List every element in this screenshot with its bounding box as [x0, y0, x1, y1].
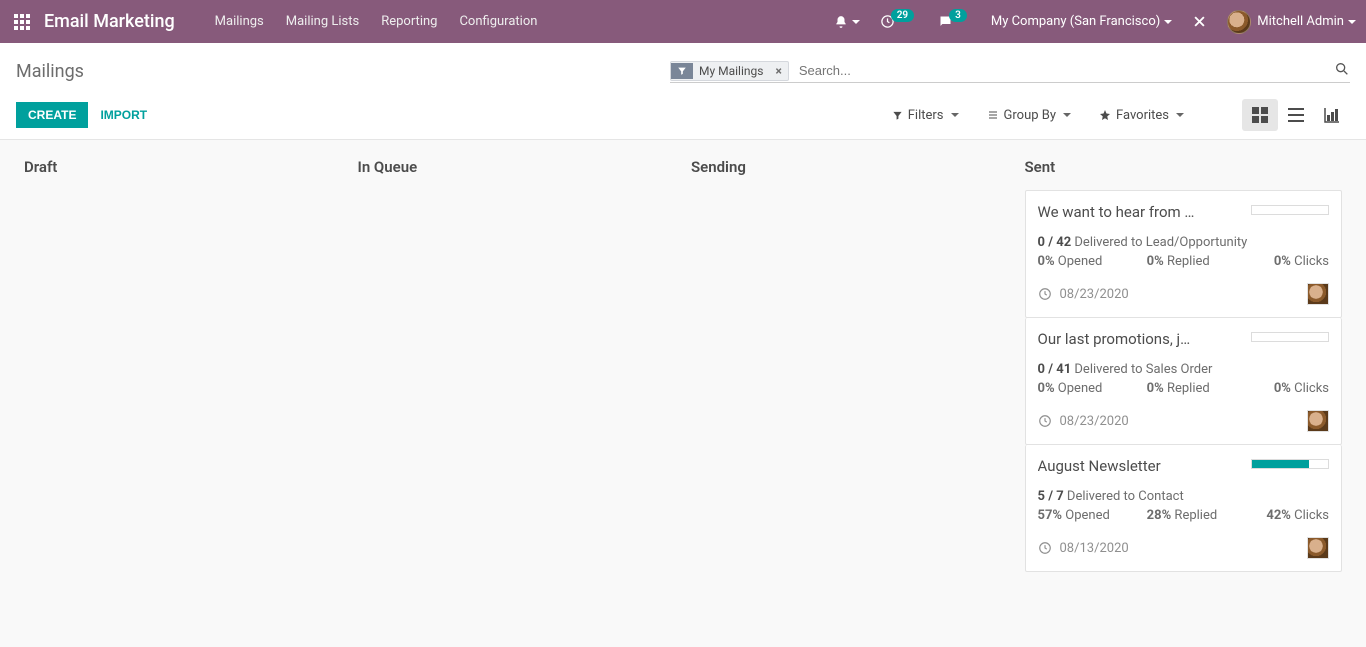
facet-label: My Mailings [693, 62, 769, 80]
list-icon [987, 109, 999, 121]
progress-bar [1251, 332, 1329, 342]
menu-reporting[interactable]: Reporting [381, 14, 437, 29]
user-name: Mitchell Admin [1257, 14, 1344, 29]
favorites-label: Favorites [1116, 108, 1169, 123]
filter-icon [671, 63, 693, 79]
column-draft: Draft [16, 152, 350, 572]
stats-row: 57% Opened 28% Replied 42% Clicks [1038, 508, 1330, 523]
facet-remove-icon[interactable]: × [769, 64, 787, 78]
activities-badge: 29 [891, 9, 914, 22]
search-bar[interactable]: My Mailings × [670, 59, 1350, 83]
owner-avatar [1307, 537, 1329, 559]
filters-dropdown[interactable]: Filters [892, 108, 959, 123]
list-view-button[interactable] [1278, 99, 1314, 131]
column-title: Draft [24, 152, 342, 190]
search-input[interactable] [795, 59, 1350, 82]
topbar: Email Marketing Mailings Mailing Lists R… [0, 0, 1366, 43]
filters-label: Filters [908, 108, 944, 123]
mailing-card[interactable]: Our last promotions, j… 0 / 41 Delivered… [1025, 318, 1343, 445]
progress-fill [1252, 460, 1309, 468]
menu-mailing-lists[interactable]: Mailing Lists [286, 14, 359, 29]
delivered-line: 5 / 7 Delivered to Contact [1038, 489, 1330, 504]
card-title: Our last promotions, j… [1038, 330, 1191, 348]
column-sent: Sent We want to hear from … 0 / 42 Deliv… [1017, 152, 1351, 572]
progress-bar [1251, 205, 1329, 215]
messages-badge: 3 [949, 9, 967, 22]
favorites-dropdown[interactable]: Favorites [1099, 108, 1184, 123]
column-title: Sending [691, 152, 1009, 190]
mailing-card[interactable]: August Newsletter 5 / 7 Delivered to Con… [1025, 445, 1343, 572]
breadcrumb: Mailings [16, 61, 84, 82]
column-title: In Queue [358, 152, 676, 190]
menu-configuration[interactable]: Configuration [459, 14, 537, 29]
control-panel: Mailings My Mailings × Create Import Fil… [0, 43, 1366, 140]
create-button[interactable]: Create [16, 102, 88, 128]
column-sending: Sending [683, 152, 1017, 572]
search-icon[interactable] [1334, 61, 1350, 81]
company-name: My Company (San Francisco) [991, 14, 1160, 29]
card-date: 08/13/2020 [1060, 541, 1129, 556]
card-date: 08/23/2020 [1060, 414, 1129, 429]
funnel-icon [892, 110, 903, 121]
mailing-card[interactable]: We want to hear from … 0 / 42 Delivered … [1025, 190, 1343, 318]
star-icon [1099, 109, 1111, 121]
graph-view-button[interactable] [1314, 99, 1350, 131]
notifications-dropdown[interactable] [834, 15, 860, 29]
activities-button[interactable]: 29 [880, 14, 918, 29]
delivered-line: 0 / 41 Delivered to Sales Order [1038, 362, 1330, 377]
kanban-view-button[interactable] [1242, 99, 1278, 131]
column-in-queue: In Queue [350, 152, 684, 572]
card-title: We want to hear from … [1038, 203, 1195, 221]
column-title: Sent [1025, 152, 1343, 190]
import-button[interactable]: Import [88, 102, 159, 128]
company-switcher[interactable]: My Company (San Francisco) [991, 14, 1172, 29]
progress-bar [1251, 459, 1329, 469]
clock-icon [1038, 414, 1052, 428]
messages-button[interactable]: 3 [938, 14, 971, 29]
apps-icon[interactable] [10, 14, 30, 30]
delivered-line: 0 / 42 Delivered to Lead/Opportunity [1038, 235, 1330, 250]
top-right: 29 3 My Company (San Francisco) Mitchell… [834, 10, 1356, 34]
debug-icon[interactable] [1192, 14, 1207, 29]
clock-icon [1038, 541, 1052, 555]
groupby-dropdown[interactable]: Group By [987, 108, 1072, 123]
app-title[interactable]: Email Marketing [44, 11, 175, 32]
groupby-label: Group By [1004, 108, 1057, 123]
stats-row: 0% Opened 0% Replied 0% Clicks [1038, 381, 1330, 396]
card-date: 08/23/2020 [1060, 287, 1129, 302]
card-title: August Newsletter [1038, 457, 1161, 475]
user-avatar [1227, 10, 1251, 34]
kanban-board: Draft In Queue Sending Sent We want to h… [0, 140, 1366, 584]
view-switcher [1242, 99, 1350, 131]
top-menu: Mailings Mailing Lists Reporting Configu… [215, 14, 538, 29]
stats-row: 0% Opened 0% Replied 0% Clicks [1038, 254, 1330, 269]
owner-avatar [1307, 283, 1329, 305]
user-menu[interactable]: Mitchell Admin [1227, 10, 1356, 34]
search-facet: My Mailings × [670, 61, 789, 81]
owner-avatar [1307, 410, 1329, 432]
menu-mailings[interactable]: Mailings [215, 14, 264, 29]
clock-icon [1038, 287, 1052, 301]
